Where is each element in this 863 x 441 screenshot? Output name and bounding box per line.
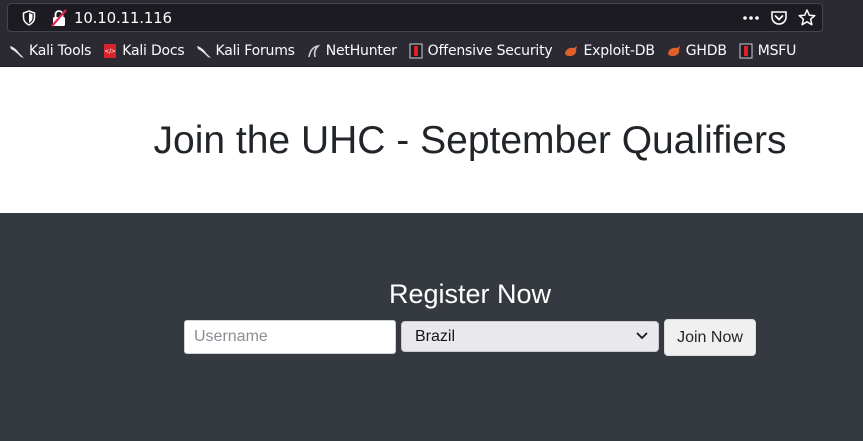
address-bar[interactable]: 10.10.11.116 — [7, 3, 823, 32]
bookmark-nethunter[interactable]: NetHunter — [306, 43, 397, 59]
bookmark-msfu[interactable]: MSFU — [738, 43, 796, 59]
tracking-protection-shield-icon[interactable] — [22, 10, 36, 26]
register-section: Register Now Brazil Join Now — [0, 213, 863, 441]
username-input[interactable] — [184, 320, 396, 354]
address-bar-actions — [741, 8, 817, 28]
url-text[interactable]: 10.10.11.116 — [74, 9, 172, 27]
bookmark-label: GHDB — [685, 43, 727, 59]
page-title: Join the UHC - September Qualifiers — [153, 119, 787, 162]
bookmark-label: Kali Tools — [29, 43, 92, 59]
bookmark-star-icon[interactable] — [797, 8, 817, 28]
bookmark-label: Kali Forums — [215, 43, 295, 59]
bookmark-label: Exploit-DB — [583, 43, 655, 59]
kali-dragon-icon — [196, 46, 211, 58]
country-select[interactable]: Brazil — [401, 321, 659, 352]
kali-docs-icon: </> — [104, 44, 116, 58]
chevron-down-icon — [636, 332, 648, 339]
register-heading: Register Now — [388, 279, 552, 309]
bookmark-label: NetHunter — [325, 43, 397, 59]
browser-toolbar: 10.10.11.116 — [0, 0, 863, 36]
bookmark-kali-tools[interactable]: Kali Tools — [9, 43, 91, 59]
kali-dragon-icon — [10, 46, 24, 58]
bookmark-ghdb[interactable]: GHDB — [666, 43, 727, 59]
bookmark-kali-docs[interactable]: </> Kali Docs — [102, 43, 185, 59]
bookmark-offensive-security[interactable]: Offensive Security — [408, 43, 553, 59]
bookmark-kali-forums[interactable]: Kali Forums — [196, 43, 295, 59]
insecure-lock-icon[interactable] — [51, 9, 67, 27]
nethunter-icon — [307, 44, 321, 58]
offsec-icon — [409, 43, 423, 59]
offsec-icon — [739, 43, 753, 59]
exploitdb-icon — [667, 46, 680, 56]
bookmark-label: MSFU — [757, 43, 797, 59]
svg-text:</>: </> — [104, 48, 116, 55]
exploitdb-icon — [565, 46, 578, 56]
bookmarks-toolbar: Kali Tools </> Kali Docs Kali Forums Net… — [0, 36, 863, 67]
bookmark-label: Offensive Security — [427, 43, 553, 59]
country-selected-value: Brazil — [415, 328, 456, 345]
join-now-button[interactable]: Join Now — [664, 319, 756, 356]
page-content: Join the UHC - September Qualifiers Regi… — [0, 67, 863, 441]
bookmark-exploit-db[interactable]: Exploit-DB — [563, 43, 655, 59]
bookmark-label: Kali Docs — [122, 43, 185, 59]
pocket-icon[interactable] — [769, 8, 789, 28]
page-actions-ellipsis-icon[interactable] — [741, 8, 761, 28]
hero-section: Join the UHC - September Qualifiers — [0, 67, 863, 213]
